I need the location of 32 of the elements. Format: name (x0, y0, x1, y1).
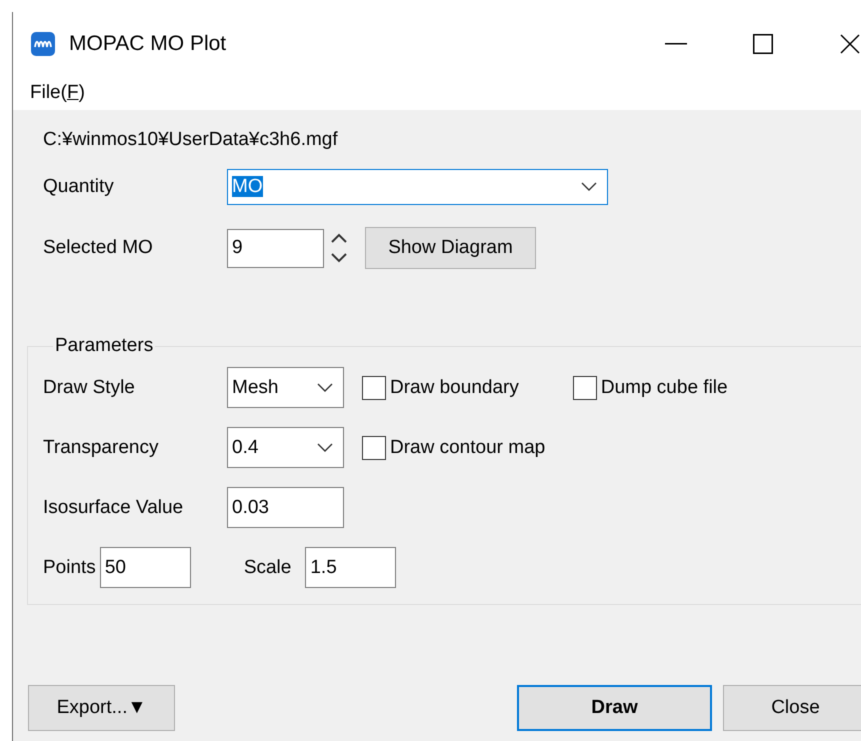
close-icon (840, 34, 860, 54)
app-logo-icon (31, 32, 55, 56)
file-path: C:¥winmos10¥UserData¥c3h6.mgf (43, 128, 338, 152)
checkbox[interactable] (362, 376, 386, 400)
maximize-icon (752, 34, 772, 54)
field-label: Points (43, 556, 96, 578)
show-diagram-button[interactable]: Show Diagram (365, 227, 536, 269)
field-label: Selected MO (43, 237, 154, 259)
checkbox-label: Draw boundary (390, 376, 519, 398)
menu-item[interactable]: File(F) (30, 80, 85, 106)
group-title: Parameters (54, 335, 154, 357)
window-title: MOPAC MO Plot (69, 32, 228, 56)
field-label: Draw Style (43, 376, 136, 398)
field-label: Transparency (43, 436, 160, 458)
field-label: Isosurface Value (43, 496, 184, 518)
dropdown[interactable]: 0.4 (227, 427, 344, 468)
text-input[interactable]: 0.03 (227, 487, 344, 528)
dropdown[interactable]: Mesh (227, 367, 344, 408)
dialog-button[interactable]: Draw (517, 685, 712, 731)
minimize-icon (664, 42, 686, 44)
quantity-dropdown[interactable]: MO (227, 169, 608, 205)
field-label: Quantity (43, 176, 115, 198)
text-input[interactable]: 1.5 (305, 547, 396, 588)
checkbox[interactable] (572, 376, 597, 400)
field-label: Scale (244, 556, 292, 578)
checkbox-label: Dump cube file (600, 376, 728, 398)
export-menu-button[interactable]: Export...▼ (28, 685, 175, 731)
dialog-button[interactable]: Close (723, 685, 861, 731)
checkbox-label: Draw contour map (390, 436, 546, 458)
text-input[interactable]: 50 (100, 547, 191, 588)
number-input[interactable]: 9 (227, 228, 324, 268)
checkbox[interactable] (362, 436, 386, 460)
